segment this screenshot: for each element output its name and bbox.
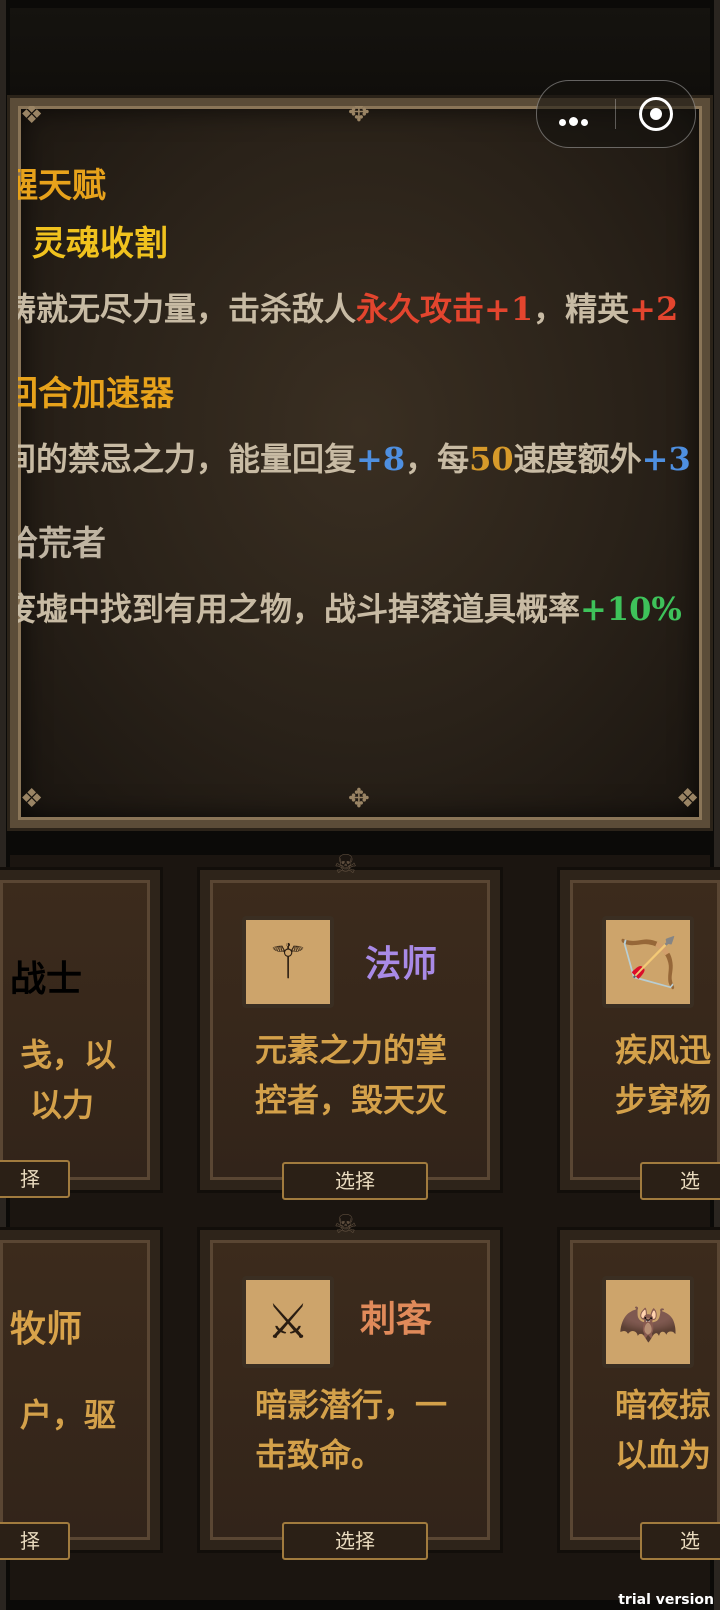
desc-text: ，精英: [533, 290, 630, 328]
desc-text: ，每: [405, 440, 470, 478]
class-card-mage[interactable]: ☠ ⚚ 法师 元素之力的掌 控者，毁天灭 选择: [200, 850, 500, 1200]
bat-icon: 🦇: [602, 1276, 694, 1368]
class-desc: 控者，毁天灭: [255, 1081, 448, 1119]
talent-title-scavenger: 拾荒者: [10, 524, 106, 564]
talent-panel: ❖ ✥ ✥ ❖ ❖ 醒天赋 ] 灵魂收割 铸就无尽力量，击杀敌人永久攻击+1，精…: [7, 95, 713, 831]
talent-title-accelerator: 回合加速器: [10, 374, 174, 414]
talent-header: 醒天赋: [10, 166, 106, 206]
class-desc: 户，驱: [20, 1396, 117, 1434]
desc-highlight-drop: +10%: [580, 590, 682, 628]
class-desc: 元素之力的掌: [255, 1031, 448, 1069]
close-target-icon[interactable]: [639, 97, 673, 131]
top-ornament-icon: ✥: [348, 98, 370, 128]
class-desc: 以血为: [615, 1436, 712, 1474]
talent-desc-accelerator: 间的禁忌之力，能量回复+8，每50速度额外+3: [10, 434, 691, 480]
class-card-priest[interactable]: 牧师 户，驱 择: [0, 1230, 160, 1560]
class-name: 刺客: [360, 1298, 433, 1340]
class-desc: 暗影潜行，一: [255, 1386, 448, 1424]
more-icon[interactable]: [559, 111, 591, 130]
class-desc: 戋，以: [20, 1036, 117, 1074]
desc-text: 铸就无尽力量，击杀敌人: [10, 290, 357, 328]
class-card-ranger[interactable]: 🏹 疾风迅 步穿杨 选: [560, 870, 720, 1200]
class-name: 法师: [365, 943, 438, 985]
class-name: 牧师: [10, 1308, 83, 1350]
desc-highlight: +3: [641, 440, 691, 478]
class-desc: 步穿杨: [615, 1081, 712, 1119]
desc-highlight: +2: [629, 290, 679, 328]
desc-highlight-attack: 永久攻击+1: [356, 290, 534, 328]
skull-ornament-icon: ☠: [334, 1210, 358, 1240]
class-desc: 暗夜掠: [615, 1386, 712, 1424]
desc-highlight-speed: 50: [469, 440, 514, 478]
select-button[interactable]: 选: [640, 1162, 720, 1200]
class-desc: 击致命。: [255, 1436, 384, 1474]
class-name: 战士: [10, 958, 83, 1000]
class-card-vampire[interactable]: 🦇 暗夜掠 以血为 选: [560, 1230, 720, 1560]
corner-ornament: ❖: [20, 100, 44, 130]
staff-icon: ⚚: [242, 916, 334, 1008]
class-card-assassin[interactable]: ☠ ⚔ 刺客 暗影潜行，一 击致命。 选择: [200, 1210, 500, 1560]
select-button[interactable]: 择: [0, 1160, 70, 1198]
select-button[interactable]: 择: [0, 1522, 70, 1560]
select-button[interactable]: 选择: [282, 1522, 428, 1560]
desc-text: 废墟中找到有用之物，战斗掉落道具概率: [10, 590, 581, 628]
class-desc: 疾风迅: [615, 1031, 712, 1069]
select-button[interactable]: 选择: [282, 1162, 428, 1200]
talent-desc-soul-harvest: 铸就无尽力量，击杀敌人永久攻击+1，精英+2: [10, 284, 679, 330]
corner-ornament: ❖: [676, 784, 700, 814]
skull-ornament-icon: ☠: [334, 850, 358, 880]
capsule-divider: [615, 99, 616, 129]
bottom-ornament-icon: ✥: [348, 784, 370, 814]
watermark: trial version: [618, 1592, 714, 1608]
talent-title-soul-harvest: ] 灵魂收割: [10, 224, 168, 264]
corner-ornament: ❖: [20, 784, 44, 814]
desc-text: 速度额外: [513, 440, 642, 478]
desc-highlight-energy: +8: [356, 440, 406, 478]
class-card-warrior[interactable]: 战士 戋，以 以力 择: [0, 870, 160, 1198]
capsule-menu: [536, 80, 696, 148]
desc-text: 间的禁忌之力，能量回复: [10, 440, 357, 478]
bow-icon: 🏹: [602, 916, 694, 1008]
talent-desc-scavenger: 废墟中找到有用之物，战斗掉落道具概率+10%: [10, 584, 682, 630]
class-desc: 以力: [30, 1086, 95, 1124]
select-button[interactable]: 选: [640, 1522, 720, 1560]
hooded-figure-icon: ⚔: [242, 1276, 334, 1368]
